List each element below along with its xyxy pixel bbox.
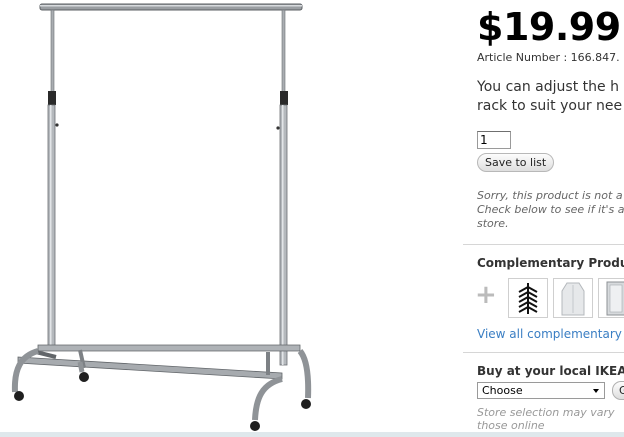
article-number: Article Number : 166.847. [477, 51, 620, 64]
garment-bag-icon[interactable] [553, 278, 593, 318]
product-description: You can adjust the h rack to suit your n… [477, 78, 622, 116]
product-image [11, 3, 312, 431]
description-line: rack to suit your nee [477, 98, 623, 114]
view-all-complementary-link[interactable]: View all complementary p [477, 327, 624, 341]
store-note: Store selection may vary those online [477, 406, 615, 432]
hanger-set-icon[interactable] [508, 278, 548, 318]
local-store-title: Buy at your local IKEA [477, 364, 624, 378]
store-select-value: Choose [482, 384, 523, 397]
dropdown-arrow-icon [593, 389, 599, 393]
store-note-line: those online [477, 419, 545, 432]
description-line: You can adjust the h [477, 79, 619, 95]
store-select[interactable]: Choose [477, 382, 605, 399]
availability-line: store. [477, 217, 509, 230]
availability-line: Sorry, this product is not a [477, 189, 623, 202]
page-bottom-bar [0, 432, 624, 437]
section-divider [463, 352, 624, 353]
complementary-title: Complementary Produc [477, 256, 624, 270]
availability-line: Check below to see if it's a [477, 203, 624, 216]
save-to-list-button[interactable]: Save to list [477, 153, 555, 172]
storage-case-icon[interactable] [598, 278, 624, 318]
plus-icon: + [475, 280, 497, 310]
go-button[interactable]: G [612, 381, 624, 400]
quantity-input[interactable] [477, 131, 511, 149]
section-divider [463, 244, 624, 245]
product-price: $19.99 [477, 5, 621, 49]
store-note-line: Store selection may vary [477, 406, 615, 419]
availability-notice: Sorry, this product is not a Check below… [477, 189, 624, 231]
